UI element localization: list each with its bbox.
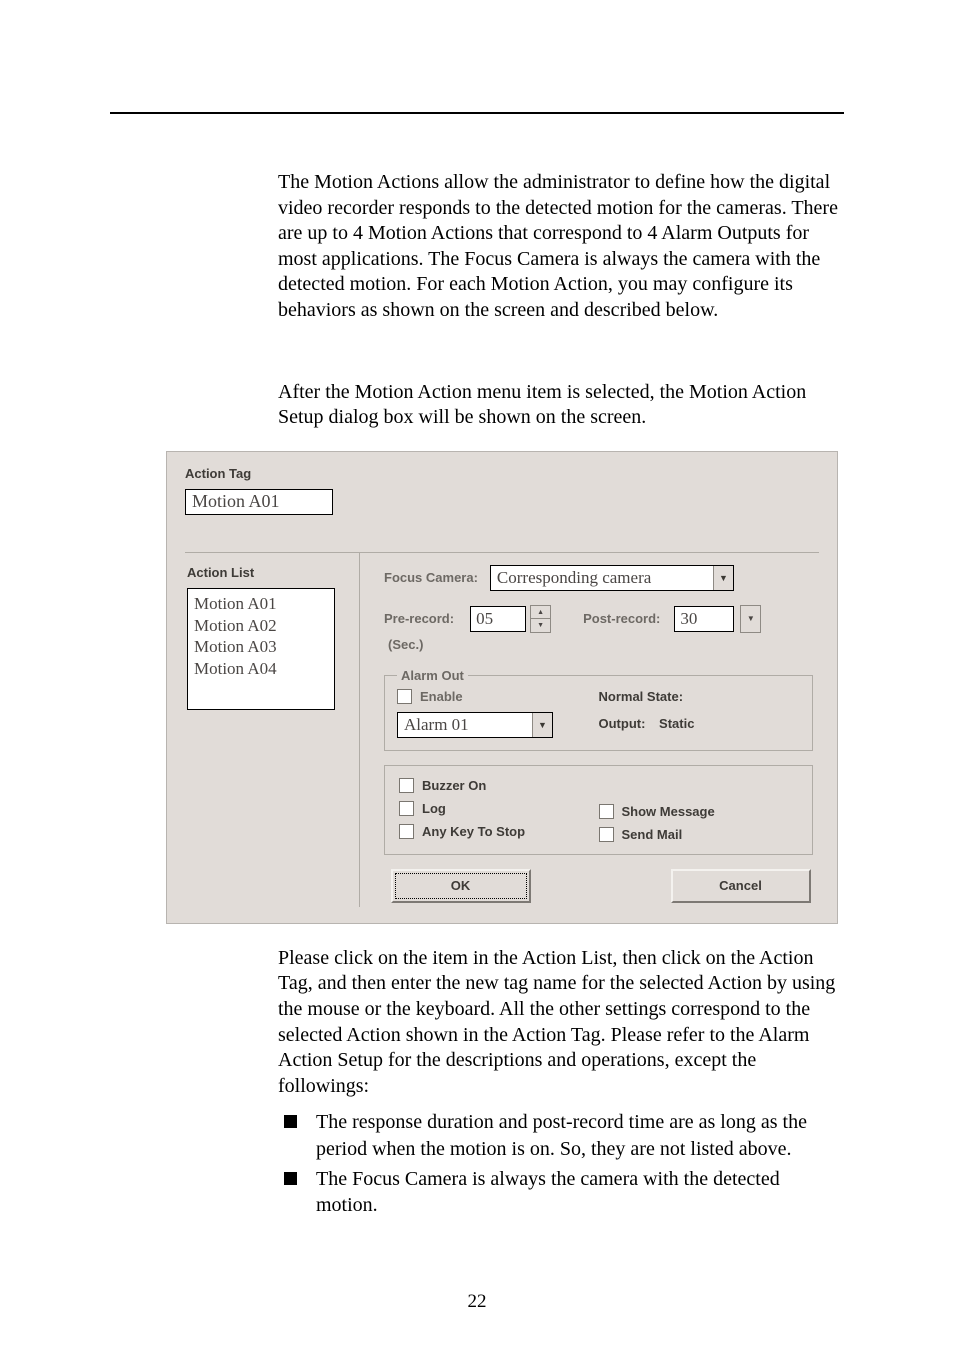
showmsg-checkbox[interactable]: [599, 804, 614, 819]
up-arrow-icon[interactable]: ▲: [531, 606, 550, 620]
normal-state-label: Normal State:: [599, 689, 801, 704]
focus-camera-select[interactable]: Corresponding camera ▼: [490, 565, 734, 591]
action-tag-input[interactable]: Motion A01: [185, 489, 333, 515]
output-label: Output:: [599, 716, 646, 731]
pre-record-stepper[interactable]: ▲ ▼: [530, 605, 551, 633]
sendmail-checkbox[interactable]: [599, 827, 614, 842]
log-checkbox[interactable]: [399, 801, 414, 816]
alarm-select-value: Alarm 01: [404, 715, 469, 735]
horizontal-rule: [110, 112, 844, 114]
output-static-label: Static: [659, 716, 694, 731]
post-record-label: Post-record:: [583, 611, 660, 626]
pre-record-value: 05: [476, 609, 493, 629]
page-number: 22: [0, 1291, 954, 1313]
cancel-button[interactable]: Cancel: [671, 869, 811, 903]
ok-button[interactable]: OK: [391, 869, 531, 903]
anykey-checkbox[interactable]: [399, 824, 414, 839]
list-item: The response duration and post-record ti…: [278, 1109, 844, 1162]
buzzer-label: Buzzer On: [422, 778, 486, 793]
alarm-select[interactable]: Alarm 01 ▼: [397, 712, 553, 738]
enable-checkbox[interactable]: [397, 689, 412, 704]
alarm-out-legend: Alarm Out: [397, 668, 468, 683]
down-arrow-icon[interactable]: ▼: [531, 619, 550, 632]
log-label: Log: [422, 801, 446, 816]
buzzer-checkbox[interactable]: [399, 778, 414, 793]
action-list[interactable]: Motion A01 Motion A02 Motion A03 Motion …: [187, 588, 335, 710]
post-record-value: 30: [680, 609, 697, 629]
list-item[interactable]: Motion A03: [194, 636, 328, 658]
enable-label: Enable: [420, 689, 463, 704]
showmsg-label: Show Message: [622, 804, 715, 819]
paragraph-after-menu: After the Motion Action menu item is sel…: [278, 380, 844, 431]
chevron-down-icon[interactable]: ▼: [713, 566, 733, 590]
post-record-input[interactable]: 30: [674, 606, 734, 632]
alarm-out-group: Alarm Out Enable Alarm 01: [384, 668, 813, 751]
list-item[interactable]: Motion A01: [194, 593, 328, 615]
seconds-label: (Sec.): [388, 637, 817, 652]
focus-camera-label: Focus Camera:: [384, 570, 478, 585]
options-group: Buzzer On Log Any Key To Stop: [384, 765, 813, 855]
bullet-list: The response duration and post-record ti…: [278, 1109, 844, 1219]
action-tag-label: Action Tag: [185, 466, 819, 481]
pre-record-input[interactable]: 05: [470, 606, 526, 632]
sendmail-label: Send Mail: [622, 827, 683, 842]
list-item: The Focus Camera is always the camera wi…: [278, 1166, 844, 1219]
ok-button-label: OK: [451, 878, 471, 893]
motion-action-dialog: Action Tag Motion A01 Action List Motion…: [166, 451, 838, 924]
focus-camera-value: Corresponding camera: [497, 568, 651, 588]
action-list-label: Action List: [187, 565, 349, 580]
paragraph-intro: The Motion Actions allow the administrat…: [278, 170, 844, 324]
action-tag-value: Motion A01: [192, 491, 280, 512]
chevron-down-icon[interactable]: ▼: [532, 713, 552, 737]
chevron-down-icon[interactable]: ▼: [740, 605, 761, 633]
paragraph-instructions: Please click on the item in the Action L…: [278, 946, 844, 1100]
list-item[interactable]: Motion A04: [194, 658, 328, 680]
pre-record-label: Pre-record:: [384, 611, 454, 626]
list-item[interactable]: Motion A02: [194, 615, 328, 637]
anykey-label: Any Key To Stop: [422, 824, 525, 839]
cancel-button-label: Cancel: [719, 878, 762, 893]
